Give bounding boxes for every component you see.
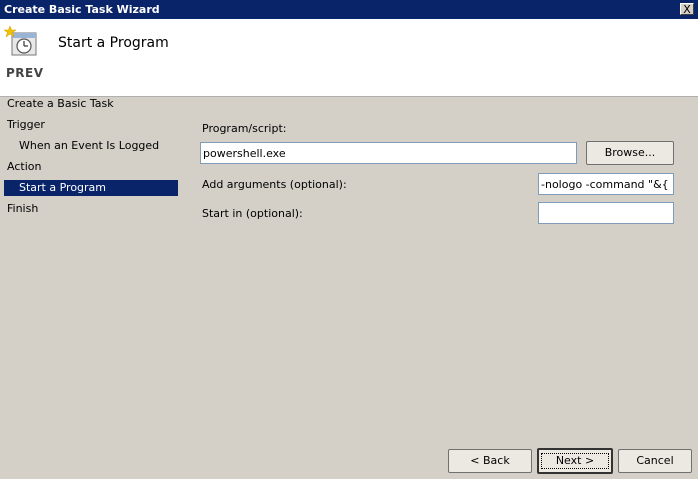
- back-button[interactable]: < Back: [448, 449, 532, 473]
- program-script-input[interactable]: [200, 142, 577, 164]
- program-script-label: Program/script:: [202, 122, 287, 135]
- start-in-input[interactable]: [538, 202, 674, 224]
- close-button[interactable]: X: [680, 3, 694, 15]
- step-action[interactable]: Action: [7, 159, 41, 175]
- step-trigger[interactable]: Trigger: [7, 117, 45, 133]
- page-title: Start a Program: [58, 35, 169, 51]
- start-in-label: Start in (optional):: [202, 207, 303, 220]
- task-clock-icon: [3, 25, 38, 59]
- title-bar: Create Basic Task Wizard X: [0, 0, 698, 19]
- next-button[interactable]: Next >: [537, 448, 613, 474]
- watermark-label: PREV: [6, 66, 44, 80]
- step-start-a-program[interactable]: Start a Program: [4, 180, 178, 196]
- wizard-header: Start a Program PREV: [0, 19, 698, 97]
- add-arguments-input[interactable]: [538, 173, 674, 195]
- step-finish[interactable]: Finish: [7, 201, 38, 217]
- next-button-label: Next >: [541, 453, 609, 469]
- step-when-event-logged[interactable]: When an Event Is Logged: [19, 138, 159, 154]
- step-create-basic-task[interactable]: Create a Basic Task: [7, 96, 114, 112]
- cancel-button[interactable]: Cancel: [618, 449, 692, 473]
- add-arguments-label: Add arguments (optional):: [202, 178, 347, 191]
- browse-button[interactable]: Browse...: [586, 141, 674, 165]
- window-title: Create Basic Task Wizard: [4, 3, 160, 16]
